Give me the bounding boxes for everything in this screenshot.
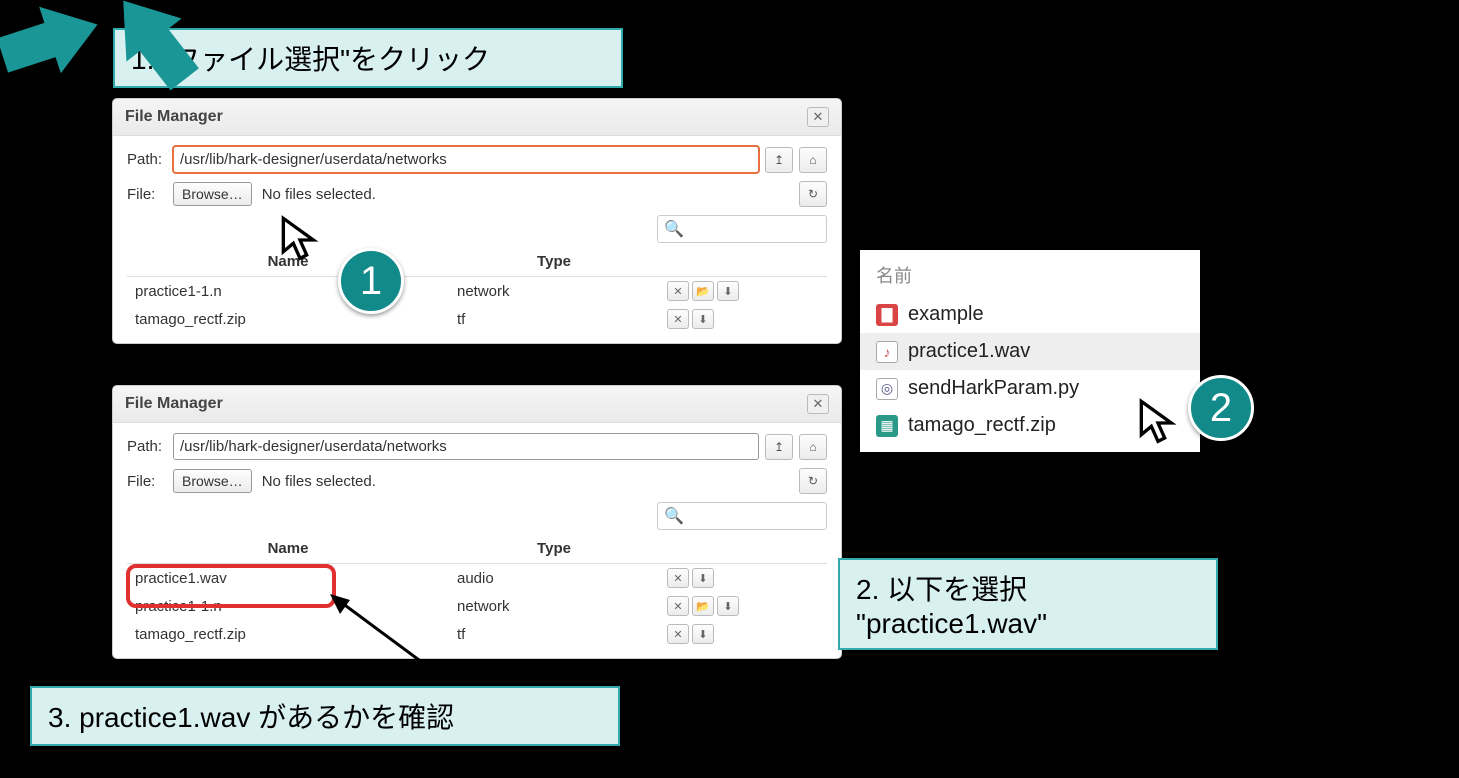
col-actions [659,247,827,277]
open-button[interactable]: 📂 [692,281,714,301]
path-input[interactable] [173,146,759,173]
refresh-button[interactable]: ↻ [799,181,827,207]
file-actions-cell: ✕⬇ [659,620,827,648]
os-file-picker: 名前 ▇ example ♪ practice1.wav ◎ sendHarkParam.… [860,250,1200,452]
folder-icon: ▇ [876,304,898,326]
search-row: 🔍 [127,502,827,530]
picker-item[interactable]: ◎ sendHarkParam.py [860,370,1200,407]
del-button[interactable]: ✕ [667,309,689,329]
picker-item-label: sendHarkParam.py [908,377,1079,400]
callout-step-3: 3. practice1.wav があるかを確認 [30,686,620,746]
path-label: Path: [127,151,167,168]
audio-icon: ♪ [876,341,898,363]
del-button[interactable]: ✕ [667,596,689,616]
close-icon[interactable]: ✕ [807,107,829,127]
open-button[interactable]: 📂 [692,596,714,616]
file-type-cell: audio [449,564,659,593]
down-button[interactable]: ⬇ [717,596,739,616]
file-label: File: [127,186,167,203]
home-button[interactable]: ⌂ [799,434,827,460]
search-icon: 🔍 [664,506,684,526]
no-files-text: No files selected. [262,473,376,490]
up-button[interactable]: ↥ [765,147,793,173]
table-row[interactable]: practice1.wavaudio✕⬇ [127,564,827,593]
file-name-cell: tamago_rectf.zip [127,620,449,648]
dialog-header: File Manager ✕ [113,386,841,423]
file-row: File: Browse… No files selected. ↻ [127,468,827,494]
del-button[interactable]: ✕ [667,568,689,588]
file-manager-dialog-1: File Manager ✕ Path: ↥ ⌂ File: Browse… N… [112,98,842,344]
file-type-cell: network [449,277,659,306]
browse-button[interactable]: Browse… [173,182,252,206]
callout-step-2: 2. 以下を選択 "practice1.wav" [838,558,1218,650]
dialog-title: File Manager [125,108,223,126]
table-row[interactable]: practice1-1.nnetwork✕📂⬇ [127,592,827,620]
close-icon[interactable]: ✕ [807,394,829,414]
dialog-title: File Manager [125,395,223,413]
col-type[interactable]: Type [449,534,659,564]
callout-2-line2: "practice1.wav" [856,608,1200,640]
col-actions [659,534,827,564]
search-box[interactable]: 🔍 [657,215,827,243]
zip-icon: ▦ [876,415,898,437]
picker-item-label: example [908,303,984,326]
dialog-header: File Manager ✕ [113,99,841,136]
path-row: Path: ↥ ⌂ [127,146,827,173]
no-files-text: No files selected. [262,186,376,203]
refresh-button[interactable]: ↻ [799,468,827,494]
dialog-body: Path: ↥ ⌂ File: Browse… No files selecte… [113,136,841,343]
table-row[interactable]: practice1-1.nnetwork✕📂⬇ [127,277,827,306]
file-table-2: Name Type practice1.wavaudio✕⬇practice1-… [127,534,827,648]
callout-2-line1: 2. 以下を選択 [856,568,1200,608]
del-button[interactable]: ✕ [667,281,689,301]
up-button[interactable]: ↥ [765,434,793,460]
down-button[interactable]: ⬇ [692,568,714,588]
table-row[interactable]: tamago_rectf.ziptf✕⬇ [127,305,827,333]
path-row: Path: ↥ ⌂ [127,433,827,460]
arrow-left-icon [92,0,217,104]
picker-item-label: practice1.wav [908,340,1030,363]
file-actions-cell: ✕📂⬇ [659,277,827,306]
down-button[interactable]: ⬇ [692,309,714,329]
file-actions-cell: ✕📂⬇ [659,592,827,620]
search-box[interactable]: 🔍 [657,502,827,530]
search-input[interactable] [688,509,820,524]
file-actions-cell: ✕⬇ [659,305,827,333]
search-icon: 🔍 [664,219,684,239]
file-name-cell: practice1-1.n [127,592,449,620]
down-button[interactable]: ⬇ [717,281,739,301]
file-name-cell: practice1.wav [127,564,449,593]
search-input[interactable] [688,222,820,237]
file-type-cell: network [449,592,659,620]
picker-item[interactable]: ♪ practice1.wav [860,333,1200,370]
picker-item-label: tamago_rectf.zip [908,414,1056,437]
path-label: Path: [127,438,167,455]
file-row: File: Browse… No files selected. ↻ [127,181,827,207]
file-table-1: Name Type practice1-1.nnetwork✕📂⬇tamago_… [127,247,827,333]
search-row: 🔍 [127,215,827,243]
del-button[interactable]: ✕ [667,624,689,644]
badge-2: 2 [1188,375,1254,441]
home-button[interactable]: ⌂ [799,147,827,173]
py-icon: ◎ [876,378,898,400]
file-manager-dialog-2: File Manager ✕ Path: ↥ ⌂ File: Browse… N… [112,385,842,659]
picker-item[interactable]: ▇ example [860,296,1200,333]
file-actions-cell: ✕⬇ [659,564,827,593]
file-type-cell: tf [449,620,659,648]
path-input[interactable] [173,433,759,460]
col-type[interactable]: Type [449,247,659,277]
browse-button[interactable]: Browse… [173,469,252,493]
picker-header: 名前 [860,258,1200,296]
dialog-body: Path: ↥ ⌂ File: Browse… No files selecte… [113,423,841,658]
table-row[interactable]: tamago_rectf.ziptf✕⬇ [127,620,827,648]
file-label: File: [127,473,167,490]
badge-1: 1 [338,248,404,314]
arrow-right-icon [0,0,110,93]
down-button[interactable]: ⬇ [692,624,714,644]
col-name[interactable]: Name [127,534,449,564]
file-type-cell: tf [449,305,659,333]
picker-item[interactable]: ▦ tamago_rectf.zip [860,407,1200,444]
file-name-cell: tamago_rectf.zip [127,305,449,333]
